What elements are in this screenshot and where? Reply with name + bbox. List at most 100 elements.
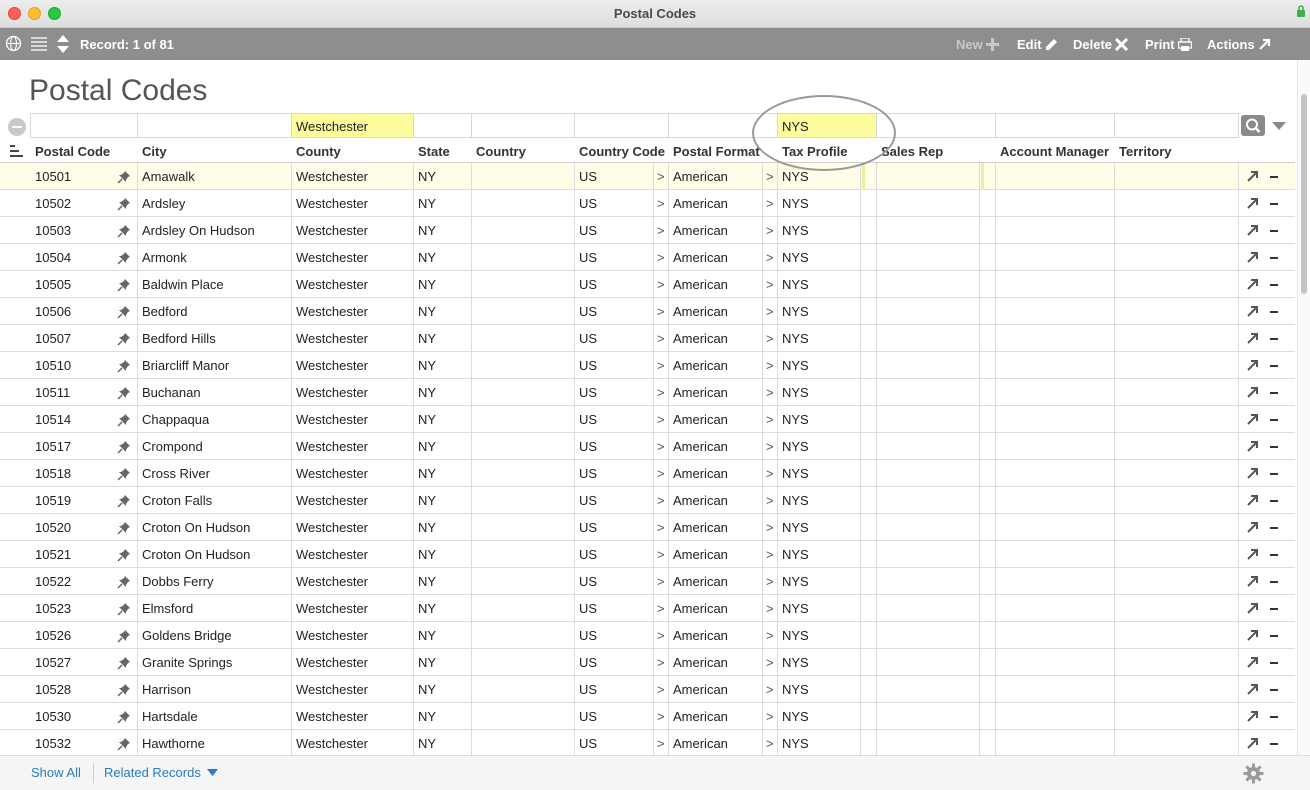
arrow-out-icon[interactable] bbox=[1246, 386, 1259, 399]
header-sales-rep[interactable]: Sales Rep bbox=[881, 144, 943, 159]
cell-postal-format[interactable]: American bbox=[673, 433, 728, 460]
go-to-related-arrow[interactable]: > bbox=[657, 520, 665, 535]
cell-postal-code[interactable]: 10503 bbox=[35, 217, 71, 244]
cell-tax-profile[interactable]: NYS bbox=[782, 217, 809, 244]
cell-tax-profile[interactable]: NYS bbox=[782, 379, 809, 406]
cell-postal-format[interactable]: American bbox=[673, 649, 728, 676]
cell-county[interactable]: Westchester bbox=[296, 676, 368, 703]
go-to-related-arrow[interactable]: > bbox=[766, 169, 774, 184]
cell-tax-profile[interactable]: NYS bbox=[782, 433, 809, 460]
go-to-related-arrow[interactable]: > bbox=[657, 682, 665, 697]
find-tax-profile-field[interactable]: NYS bbox=[777, 113, 877, 138]
cell-county[interactable]: Westchester bbox=[296, 244, 368, 271]
pin-icon[interactable] bbox=[117, 710, 131, 724]
go-to-related-arrow[interactable]: > bbox=[766, 358, 774, 373]
cell-city[interactable]: Croton On Hudson bbox=[142, 514, 250, 541]
pin-icon[interactable] bbox=[117, 170, 131, 184]
find-city-field[interactable] bbox=[137, 113, 292, 138]
cell-tax-profile[interactable]: NYS bbox=[782, 271, 809, 298]
go-to-related-arrow[interactable]: > bbox=[657, 304, 665, 319]
arrow-out-icon[interactable] bbox=[1246, 737, 1259, 750]
header-country-code[interactable]: Country Code bbox=[579, 144, 665, 159]
cell-country-code[interactable]: US bbox=[579, 595, 597, 622]
cell-city[interactable]: Buchanan bbox=[142, 379, 201, 406]
header-postal-format[interactable]: Postal Format bbox=[673, 144, 760, 159]
pin-icon[interactable] bbox=[117, 575, 131, 589]
arrow-out-icon[interactable] bbox=[1246, 251, 1259, 264]
go-to-related-arrow[interactable]: > bbox=[766, 250, 774, 265]
arrow-out-icon[interactable] bbox=[1246, 656, 1259, 669]
table-row[interactable]: 10506 Bedford Westchester NY US American NYS > > bbox=[0, 298, 1295, 325]
cell-country-code[interactable]: US bbox=[579, 568, 597, 595]
cell-postal-code[interactable]: 10506 bbox=[35, 298, 71, 325]
find-county-field[interactable]: Westchester bbox=[291, 113, 414, 138]
cell-city[interactable]: Goldens Bridge bbox=[142, 622, 232, 649]
cell-state[interactable]: NY bbox=[418, 271, 436, 298]
go-to-related-arrow[interactable]: > bbox=[657, 493, 665, 508]
cell-state[interactable]: NY bbox=[418, 163, 436, 190]
cell-postal-format[interactable]: American bbox=[673, 217, 728, 244]
pin-icon[interactable] bbox=[117, 656, 131, 670]
table-row[interactable]: 10514 Chappaqua Westchester NY US American NYS… bbox=[0, 406, 1295, 433]
cell-country-code[interactable]: US bbox=[579, 622, 597, 649]
actions-button[interactable]: Actions bbox=[1207, 37, 1271, 52]
cell-state[interactable]: NY bbox=[418, 676, 436, 703]
cell-country-code[interactable]: US bbox=[579, 271, 597, 298]
go-to-related-arrow[interactable]: > bbox=[766, 574, 774, 589]
pin-icon[interactable] bbox=[117, 467, 131, 481]
table-row[interactable]: 10528 Harrison Westchester NY US American NYS >… bbox=[0, 676, 1295, 703]
minus-icon[interactable] bbox=[1270, 419, 1278, 421]
cell-state[interactable]: NY bbox=[418, 487, 436, 514]
globe-icon[interactable] bbox=[5, 35, 22, 52]
cell-postal-format[interactable]: American bbox=[673, 676, 728, 703]
cell-county[interactable]: Westchester bbox=[296, 406, 368, 433]
cell-postal-code[interactable]: 10505 bbox=[35, 271, 71, 298]
cell-postal-format[interactable]: American bbox=[673, 379, 728, 406]
arrow-out-icon[interactable] bbox=[1246, 521, 1259, 534]
cell-state[interactable]: NY bbox=[418, 568, 436, 595]
cell-postal-format[interactable]: American bbox=[673, 487, 728, 514]
find-account-manager-field[interactable] bbox=[995, 113, 1115, 138]
arrow-out-icon[interactable] bbox=[1246, 305, 1259, 318]
pin-icon[interactable] bbox=[117, 683, 131, 697]
cell-city[interactable]: Chappaqua bbox=[142, 406, 209, 433]
arrow-out-icon[interactable] bbox=[1246, 197, 1259, 210]
cell-postal-code[interactable]: 10527 bbox=[35, 649, 71, 676]
table-row[interactable]: 10511 Buchanan Westchester NY US American NYS >… bbox=[0, 379, 1295, 406]
cell-city[interactable]: Bedford Hills bbox=[142, 325, 216, 352]
cell-tax-profile[interactable]: NYS bbox=[782, 703, 809, 730]
cell-county[interactable]: Westchester bbox=[296, 703, 368, 730]
cell-postal-format[interactable]: American bbox=[673, 595, 728, 622]
cell-tax-profile[interactable]: NYS bbox=[782, 730, 809, 755]
go-to-related-arrow[interactable]: > bbox=[766, 439, 774, 454]
go-to-related-arrow[interactable]: > bbox=[766, 277, 774, 292]
cell-state[interactable]: NY bbox=[418, 595, 436, 622]
cell-county[interactable]: Westchester bbox=[296, 622, 368, 649]
header-county[interactable]: County bbox=[296, 144, 341, 159]
go-to-related-arrow[interactable]: > bbox=[766, 466, 774, 481]
cell-state[interactable]: NY bbox=[418, 352, 436, 379]
cell-postal-format[interactable]: American bbox=[673, 298, 728, 325]
cell-postal-code[interactable]: 10528 bbox=[35, 676, 71, 703]
cell-state[interactable]: NY bbox=[418, 730, 436, 755]
cell-state[interactable]: NY bbox=[418, 514, 436, 541]
minus-icon[interactable] bbox=[1270, 257, 1278, 259]
go-to-related-arrow[interactable]: > bbox=[657, 358, 665, 373]
minus-icon[interactable] bbox=[1270, 473, 1278, 475]
header-city[interactable]: City bbox=[142, 144, 167, 159]
cell-postal-format[interactable]: American bbox=[673, 352, 728, 379]
cell-postal-code[interactable]: 10523 bbox=[35, 595, 71, 622]
pin-icon[interactable] bbox=[117, 548, 131, 562]
table-row[interactable]: 10518 Cross River Westchester NY US American N… bbox=[0, 460, 1295, 487]
table-row[interactable]: 10526 Goldens Bridge Westchester NY US Americ… bbox=[0, 622, 1295, 649]
go-to-related-arrow[interactable]: > bbox=[657, 250, 665, 265]
cell-country-code[interactable]: US bbox=[579, 676, 597, 703]
cell-city[interactable]: Cross River bbox=[142, 460, 210, 487]
cell-postal-format[interactable]: American bbox=[673, 325, 728, 352]
minus-icon[interactable] bbox=[1270, 662, 1278, 664]
cell-city[interactable]: Dobbs Ferry bbox=[142, 568, 214, 595]
delete-button[interactable]: Delete bbox=[1073, 37, 1129, 52]
cell-postal-format[interactable]: American bbox=[673, 622, 728, 649]
cell-county[interactable]: Westchester bbox=[296, 325, 368, 352]
cell-tax-profile[interactable]: NYS bbox=[782, 298, 809, 325]
